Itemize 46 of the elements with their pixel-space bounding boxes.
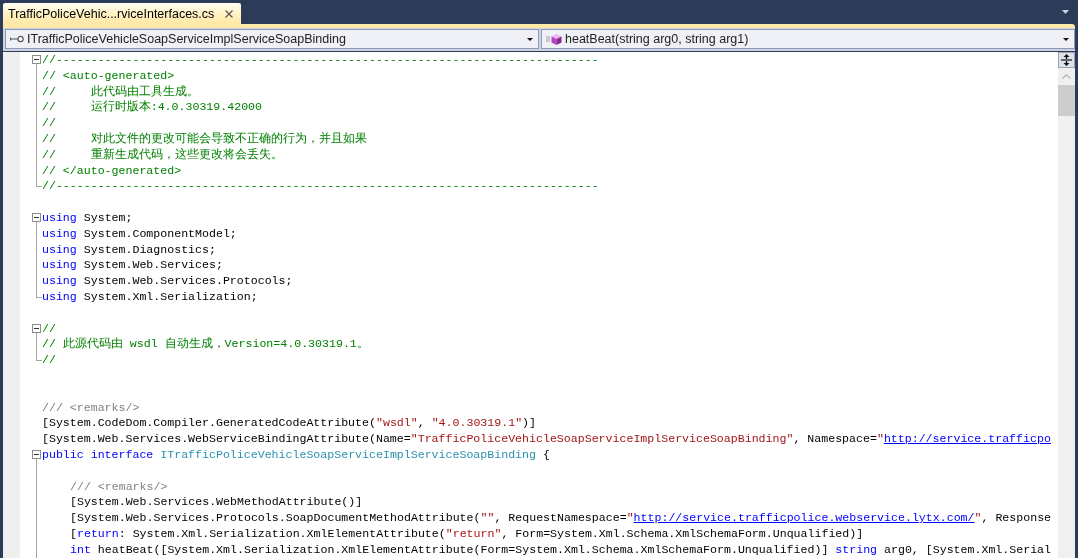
up-down-arrow-icon xyxy=(1061,54,1072,66)
code-line: using System.Diagnostics; xyxy=(42,241,216,258)
code-line: public interface ITrafficPoliceVehicleSoapServiceImplServiceSoapBinding { xyxy=(42,446,550,463)
code-line: // 对此文件的更改可能会导致不正确的行为，并且如果 xyxy=(42,131,367,147)
code-line: /// <remarks/> xyxy=(70,478,168,495)
code-line: int heatBeat([System.Xml.Serialization.XmlElementAttribute(Form=System.Xml.Schema.XmlSchemaForm.Unqualified)] string arg0, [System.Xml.Serial xyxy=(70,541,1051,558)
code-line: // xyxy=(42,352,56,368)
code-line: // 此源代码由 wsdl 自动生成，Version=4.0.30319.1。 xyxy=(42,336,369,353)
document-tab[interactable]: TrafficPoliceVehic...rviceInterfaces.cs xyxy=(3,3,242,24)
code-line: [System.Web.Services.WebMethodAttribute()] xyxy=(70,494,363,511)
collapse-toggle[interactable] xyxy=(32,212,41,222)
dropdown-arrow-icon[interactable] xyxy=(1062,10,1069,14)
code-line: using System.Web.Services.Protocols; xyxy=(42,273,293,289)
vertical-scrollbar[interactable] xyxy=(1058,52,1075,558)
caret-icon xyxy=(527,37,533,41)
code-line: // 此代码由工具生成。 xyxy=(42,83,199,100)
caret-icon xyxy=(1063,37,1069,41)
code-line: // </auto-generated> xyxy=(42,162,182,179)
type-dropdown[interactable]: ITrafficPoliceVehicleSoapServiceImplServiceSoapBinding xyxy=(5,29,539,49)
code-line: [System.Web.Services.Protocols.SoapDocumentMethodAttribute("", RequestNamespace="http://service.trafficpolice.webservice.lytx.com/", Response xyxy=(70,510,1052,526)
code-line: // <auto-generated> xyxy=(42,67,175,84)
code-line: /// <remarks/> xyxy=(42,399,140,416)
code-line: // xyxy=(42,320,56,337)
code-line: using System.Web.Services; xyxy=(42,257,223,274)
code-line: using System; xyxy=(42,209,133,226)
close-icon[interactable] xyxy=(225,9,234,18)
code-line: // 运行时版本:4.0.30319.42000 xyxy=(42,99,263,116)
code-line: [System.CodeDom.Compiler.GeneratedCodeAttribute("wsdl", "4.0.30319.1")] xyxy=(42,415,536,432)
url-link[interactable]: http://service.trafficpolice.webservice.lytx.com/ xyxy=(633,511,975,525)
code-line: //------------------------------------------------------------------------------ xyxy=(42,178,599,195)
code-line: using System.Xml.Serialization; xyxy=(42,288,258,305)
collapse-toggle[interactable] xyxy=(32,449,41,459)
collapse-toggle[interactable] xyxy=(32,323,41,333)
code-line: [System.Web.Services.WebServiceBindingAttribute(Name="TrafficPoliceVehicleSoapServiceImplServiceSoapBinding", Namespace="http://service.trafficpo xyxy=(42,431,1051,447)
member-dropdown[interactable]: heatBeat(string arg0, string arg1) xyxy=(541,29,1075,49)
code-line: [return: System.Xml.Serialization.XmlElementAttribute("return", Form=System.Xml.Schema.XmlSchemaForm.Unqualified)] xyxy=(70,525,864,542)
lollipop-icon xyxy=(10,35,24,43)
scroll-thumb[interactable] xyxy=(1058,85,1075,116)
cube-icon xyxy=(546,32,562,46)
splitter-button[interactable] xyxy=(1058,52,1075,68)
code-line: //------------------------------------------------------------------------------ xyxy=(42,52,599,68)
code-line: // 重新生成代码，这些更改将会丢失。 xyxy=(42,146,283,163)
collapse-toggle[interactable] xyxy=(32,55,41,64)
code-line: // xyxy=(42,115,56,131)
code-line: using System.ComponentModel; xyxy=(42,225,237,242)
url-link[interactable]: http://service.trafficpo xyxy=(883,432,1051,446)
